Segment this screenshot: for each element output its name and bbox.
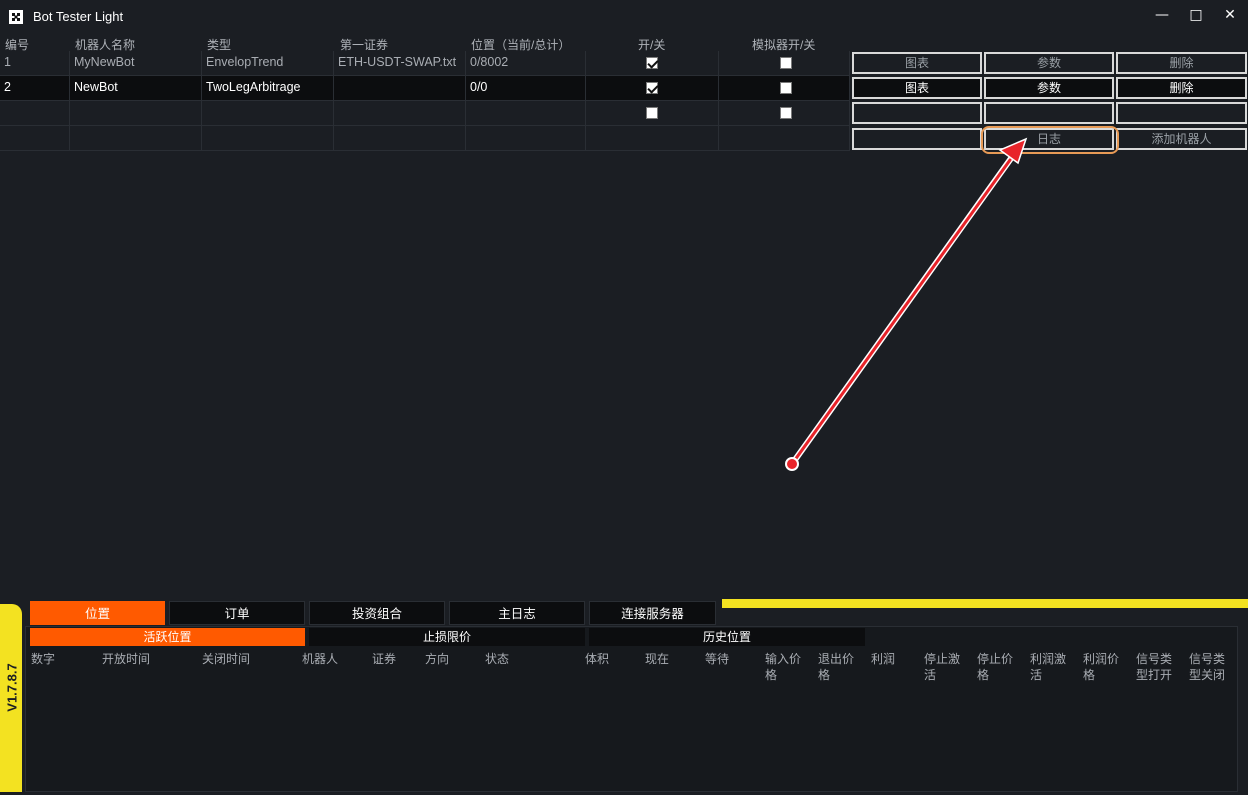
table-row — [0, 126, 850, 151]
cell-on-off — [586, 76, 719, 101]
column-volume[interactable]: 体积 — [585, 651, 609, 667]
table-row[interactable]: 2 NewBot TwoLegArbitrage 0/0 — [0, 76, 850, 101]
tab-portfolio[interactable]: 投资组合 — [309, 601, 445, 625]
cell-bot-name: NewBot — [70, 76, 202, 101]
column-current[interactable]: 现在 — [645, 651, 669, 667]
table-row[interactable]: 1 MyNewBot EnvelopTrend ETH-USDT-SWAP.tx… — [0, 51, 850, 76]
cell-security: ETH-USDT-SWAP.txt — [334, 51, 466, 76]
cell-bot-name: MyNewBot — [70, 51, 202, 76]
cell-on-off — [586, 51, 719, 76]
cell-emulator — [719, 51, 850, 76]
add-bot-button[interactable]: 添加机器人 — [1116, 128, 1247, 150]
params-button[interactable]: 参数 — [984, 77, 1114, 99]
cell-type — [202, 101, 334, 126]
emulator-checkbox[interactable] — [780, 107, 792, 119]
cell-position: 0/8002 — [466, 51, 586, 76]
window-title: Bot Tester Light — [33, 9, 124, 24]
enabled-checkbox[interactable] — [646, 107, 658, 119]
column-stop-activation[interactable]: 停止激活 — [924, 651, 968, 683]
cell-position: 0/0 — [466, 76, 586, 101]
tab-main-log[interactable]: 主日志 — [449, 601, 585, 625]
cell-empty — [719, 126, 850, 151]
empty-button[interactable] — [1116, 102, 1247, 124]
chart-button[interactable]: 图表 — [852, 52, 982, 74]
subtab-active-positions[interactable]: 活跃位置 — [30, 628, 305, 646]
chart-button[interactable]: 图表 — [852, 77, 982, 99]
cell-empty — [0, 126, 70, 151]
version-label: V1.7.8.7 — [4, 663, 20, 712]
annotation-highlight — [981, 126, 1119, 154]
cell-type: TwoLegArbitrage — [202, 76, 334, 101]
title-bar — [0, 0, 1248, 32]
cell-number — [0, 101, 70, 126]
cell-position — [466, 101, 586, 126]
minimize-button[interactable]: — — [1146, 4, 1178, 26]
column-direction[interactable]: 方向 — [425, 651, 449, 667]
column-bot[interactable]: 机器人 — [302, 651, 338, 667]
column-exit-price[interactable]: 退出价格 — [818, 651, 862, 683]
cell-emulator — [719, 101, 850, 126]
column-signal-open[interactable]: 信号类型打开 — [1136, 651, 1182, 683]
empty-button[interactable] — [984, 102, 1114, 124]
column-close-time[interactable]: 关闭时间 — [202, 651, 250, 667]
params-button[interactable]: 参数 — [984, 52, 1114, 74]
cell-empty — [202, 126, 334, 151]
empty-button[interactable] — [852, 128, 982, 150]
tab-orders[interactable]: 订单 — [169, 601, 305, 625]
column-stop-price[interactable]: 停止价格 — [977, 651, 1021, 683]
column-state[interactable]: 状态 — [485, 651, 509, 667]
column-security[interactable]: 证券 — [372, 651, 396, 667]
emulator-checkbox[interactable] — [780, 82, 792, 94]
delete-button[interactable]: 删除 — [1116, 52, 1247, 74]
subtab-history-positions[interactable]: 历史位置 — [589, 628, 865, 646]
cell-empty — [586, 126, 719, 151]
cell-security — [334, 101, 466, 126]
app-logo-icon — [9, 10, 23, 24]
cell-empty — [466, 126, 586, 151]
column-signal-close[interactable]: 信号类型关闭 — [1189, 651, 1235, 683]
status-bar-yellow — [722, 599, 1248, 608]
column-open-time[interactable]: 开放时间 — [102, 651, 150, 667]
column-number[interactable]: 数字 — [31, 651, 55, 667]
cell-empty — [334, 126, 466, 151]
cell-on-off — [586, 101, 719, 126]
tab-positions[interactable]: 位置 — [30, 601, 165, 625]
table-row[interactable] — [0, 101, 850, 126]
cell-number: 2 — [0, 76, 70, 101]
cell-emulator — [719, 76, 850, 101]
emulator-checkbox[interactable] — [780, 57, 792, 69]
enabled-checkbox[interactable] — [646, 57, 658, 69]
enabled-checkbox[interactable] — [646, 82, 658, 94]
close-button[interactable]: ✕ — [1214, 4, 1246, 26]
cell-type: EnvelopTrend — [202, 51, 334, 76]
maximize-button[interactable]: □ — [1180, 4, 1212, 26]
empty-button[interactable] — [852, 102, 982, 124]
column-waiting[interactable]: 等待 — [705, 651, 729, 667]
column-profit[interactable]: 利润 — [871, 651, 895, 667]
column-profit-activation[interactable]: 利润激活 — [1030, 651, 1074, 683]
column-profit-price[interactable]: 利润价格 — [1083, 651, 1127, 683]
cell-empty — [70, 126, 202, 151]
cell-number: 1 — [0, 51, 70, 76]
delete-button[interactable]: 删除 — [1116, 77, 1247, 99]
column-entry-price[interactable]: 输入价格 — [765, 651, 809, 683]
subtab-stop-limit[interactable]: 止损限价 — [309, 628, 585, 646]
cell-bot-name — [70, 101, 202, 126]
tab-connect-server[interactable]: 连接服务器 — [589, 601, 716, 625]
cell-security — [334, 76, 466, 101]
